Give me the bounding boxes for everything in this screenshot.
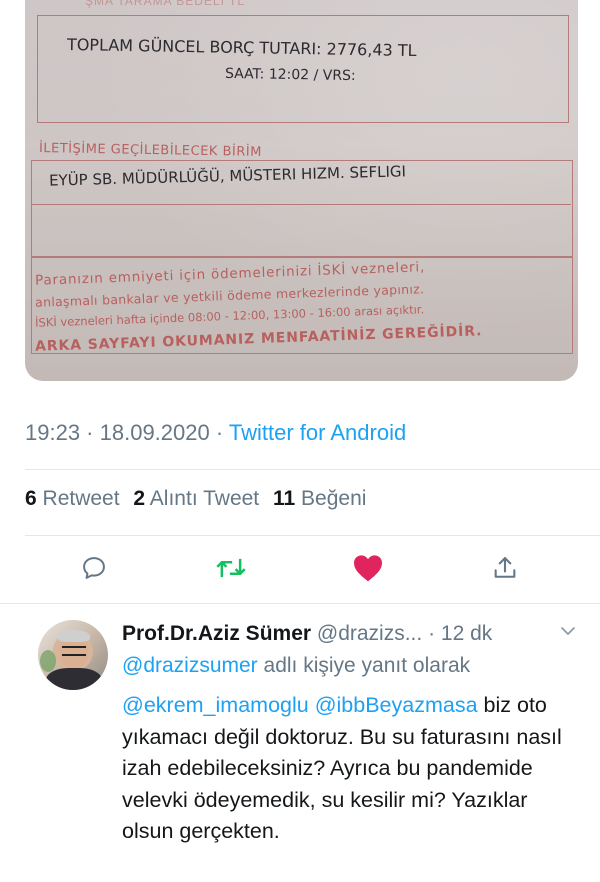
quotes-label: Alıntı Tweet <box>149 487 260 510</box>
reply-icon <box>83 557 105 579</box>
divider <box>25 535 600 536</box>
retweets-label: Retweet <box>42 487 120 510</box>
tweet-photo[interactable]: ŞMA TARAMA BEDELİ TL TOPLAM GÜNCEL BORÇ … <box>25 0 578 381</box>
photo-top-cut-text: ŞMA TARAMA BEDELİ TL <box>85 0 246 8</box>
source-app-link[interactable]: Twitter for Android <box>229 420 406 445</box>
replying-to-suffix: adlı kişiye yanıt olarak <box>257 654 471 677</box>
avatar-detail <box>62 646 86 656</box>
quotes-stat[interactable]: 2 Alıntı Tweet <box>133 487 259 510</box>
reply-time: · 12 dk <box>428 622 493 645</box>
avatar-detail <box>40 650 56 672</box>
more-options-button[interactable] <box>560 624 576 642</box>
tweet-time: 19:23 <box>25 420 81 445</box>
reply-header: Prof.Dr.Aziz Sümer @drazizs... · 12 dk <box>122 622 492 646</box>
like-button[interactable] <box>350 550 386 586</box>
replying-to: @drazizsumer adlı kişiye yanıt olarak <box>122 654 470 678</box>
chevron-down-icon <box>561 627 575 635</box>
mention-link[interactable]: @ekrem_imamoglu <box>122 693 309 717</box>
reply-text: @ekrem_imamoglu @ibbBeyazmasa biz oto yı… <box>122 690 582 848</box>
avatar[interactable] <box>38 620 108 690</box>
divider <box>25 469 600 470</box>
tweet-meta: 19:23 · 18.09.2020 · Twitter for Android <box>25 420 406 446</box>
author-name[interactable]: Prof.Dr.Aziz Sümer <box>122 622 311 645</box>
time-line-text: SAAT: 12:02 / VRS: <box>224 65 356 85</box>
like-icon <box>354 555 382 582</box>
share-icon <box>494 557 516 578</box>
tweet-date: 18.09.2020 <box>99 420 210 445</box>
mention-link[interactable]: @ibbBeyazmasa <box>315 693 478 717</box>
meta-separator: · <box>80 420 100 445</box>
divider <box>0 603 600 604</box>
retweet-button[interactable] <box>213 550 249 586</box>
likes-count: 11 <box>272 487 296 510</box>
tweet-stats: 6 Retweet 2 Alıntı Tweet 11 Beğeni <box>25 487 366 511</box>
likes-label: Beğeni <box>301 487 367 510</box>
meta-separator: · <box>209 420 229 445</box>
retweet-icon <box>216 558 246 578</box>
share-button[interactable] <box>487 550 523 586</box>
contact-box-divider <box>31 204 571 205</box>
likes-stat[interactable]: 11 Beğeni <box>273 487 366 510</box>
avatar-detail <box>46 668 102 690</box>
retweets-count: 6 <box>25 487 37 510</box>
author-handle[interactable]: @drazizs... <box>317 622 422 645</box>
quotes-count: 2 <box>133 487 146 510</box>
avatar-detail <box>58 630 90 642</box>
reply-button[interactable] <box>76 550 112 586</box>
replying-to-handle[interactable]: @drazizsumer <box>122 654 258 677</box>
retweets-stat[interactable]: 6 Retweet <box>25 487 120 510</box>
